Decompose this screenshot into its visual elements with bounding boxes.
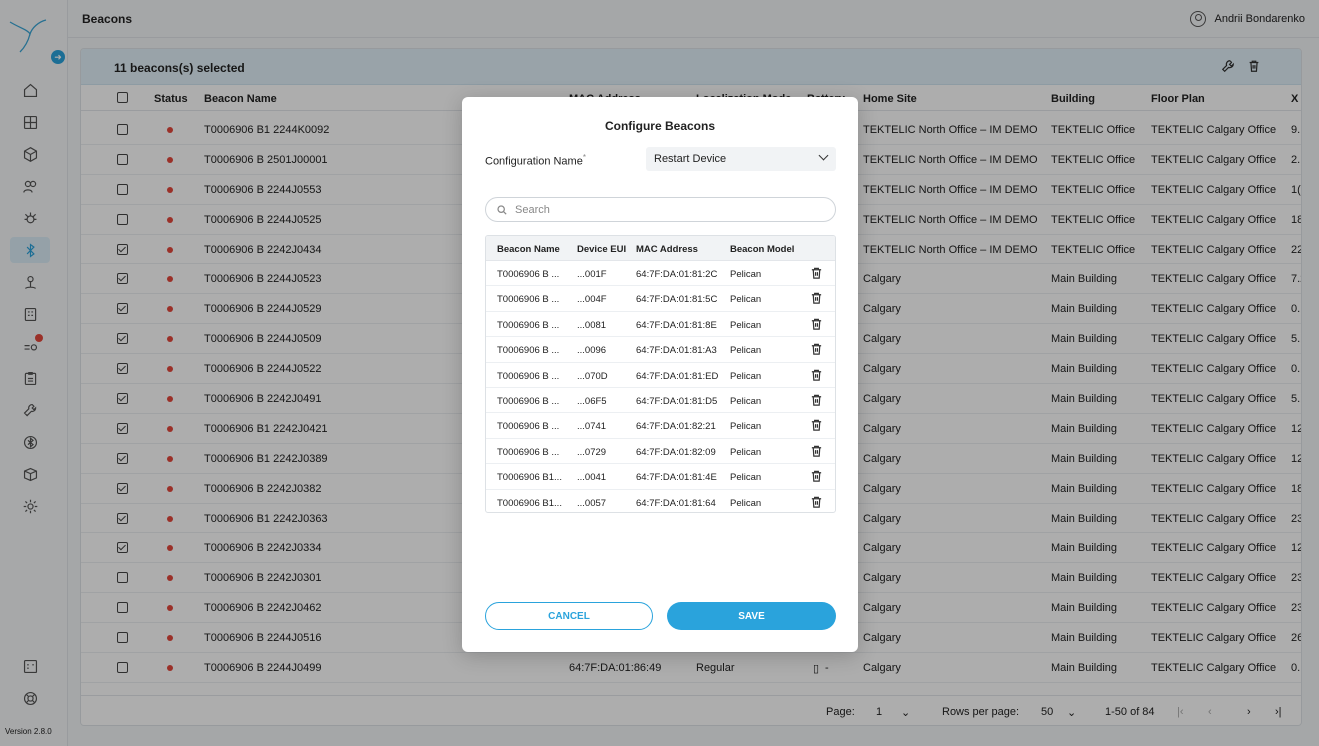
remove-beacon-trash-icon[interactable]: [810, 393, 823, 407]
beacon-model: Pelican: [730, 269, 762, 280]
selected-beacons-table: Beacon Name Device EUI MAC Address Beaco…: [485, 235, 836, 513]
search-icon: [497, 205, 507, 215]
remove-beacon-trash-icon[interactable]: [810, 418, 823, 432]
beacon-model: Pelican: [730, 446, 762, 458]
device-eui: ...0729: [577, 446, 607, 458]
modal-table-header: Beacon Name Device EUI MAC Address Beaco…: [486, 236, 835, 261]
modal-table-row: T0006906 B1... ...0057 64:7F:DA:01:81:64 Pe…: [486, 490, 835, 512]
beacon-model: Pelican: [730, 345, 762, 357]
remove-beacon-trash-icon[interactable]: [810, 368, 823, 382]
beacon-model: Pelican: [730, 370, 762, 382]
mac-address: 64:7F:DA:01:81:2C: [636, 269, 718, 280]
modal-table-row: T0006906 B ... ...001F 64:7F:DA:01:81:2C Pe…: [486, 261, 835, 287]
device-eui: ...0041: [577, 472, 607, 484]
beacon-name: T0006906 B ...: [497, 370, 560, 382]
modal-table-row: T0006906 B ... ...0096 64:7F:DA:01:81:A3 Pe…: [486, 337, 835, 363]
beacon-name: T0006906 B ...: [497, 345, 560, 357]
remove-beacon-trash-icon[interactable]: [810, 495, 823, 509]
mac-address: 64:7F:DA:01:81:D5: [636, 395, 718, 407]
dialog-title: Configure Beacons: [604, 119, 715, 133]
modal-table-row: T0006906 B ... ...070D 64:7F:DA:01:81:ED Pe…: [486, 363, 835, 388]
remove-beacon-trash-icon[interactable]: [810, 444, 823, 458]
beacon-name: T0006906 B ...: [497, 395, 560, 407]
search-placeholder: Search: [515, 204, 550, 216]
device-eui: ...001F: [577, 269, 607, 280]
save-button[interactable]: SAVE: [667, 602, 836, 630]
beacon-name: T0006906 B ...: [497, 421, 560, 433]
remove-beacon-trash-icon[interactable]: [810, 317, 823, 331]
remove-beacon-trash-icon[interactable]: [810, 266, 823, 280]
configure-beacons-dialog: Configure Beacons Configuration Name* Re…: [462, 97, 858, 652]
device-eui: ...0081: [577, 319, 607, 331]
mcol-model: Beacon Model: [730, 244, 795, 255]
beacon-model: Pelican: [730, 319, 762, 331]
remove-beacon-trash-icon[interactable]: [810, 342, 823, 356]
beacon-name: T0006906 B ...: [497, 294, 560, 306]
mac-address: 64:7F:DA:01:81:A3: [636, 345, 717, 357]
beacon-model: Pelican: [730, 497, 762, 509]
beacon-name: T0006906 B ...: [497, 446, 560, 458]
modal-table-row: T0006906 B1... ...0041 64:7F:DA:01:81:4E Pe…: [486, 464, 835, 490]
mac-address: 64:7F:DA:01:82:09: [636, 446, 716, 458]
beacon-model: Pelican: [730, 395, 762, 407]
mcol-name: Beacon Name: [497, 244, 560, 255]
remove-beacon-trash-icon[interactable]: [810, 291, 823, 305]
modal-table-row: T0006906 B ... ...004F 64:7F:DA:01:81:5C Pe…: [486, 286, 835, 312]
beacon-name: T0006906 B ...: [497, 269, 560, 280]
search-input[interactable]: Search: [485, 197, 836, 222]
beacon-name: T0006906 B ...: [497, 319, 560, 331]
device-eui: ...070D: [577, 370, 608, 382]
modal-table-row: T0006906 B ... ...0729 64:7F:DA:01:82:09 Pe…: [486, 439, 835, 465]
modal-table-row: T0006906 B ... ...0741 64:7F:DA:01:82:21 Pe…: [486, 413, 835, 439]
modal-table-row: T0006906 B ... ...06F5 64:7F:DA:01:81:D5 Pe…: [486, 388, 835, 414]
device-eui: ...0741: [577, 421, 607, 433]
mcol-eui: Device EUI: [577, 244, 627, 255]
config-name-label: Configuration Name*: [485, 153, 586, 168]
beacon-name: T0006906 B1...: [497, 497, 562, 509]
mac-address: 64:7F:DA:01:81:4E: [636, 472, 717, 484]
beacon-model: Pelican: [730, 421, 762, 433]
remove-beacon-trash-icon[interactable]: [810, 469, 823, 483]
device-eui: ...0057: [577, 497, 607, 509]
beacon-model: Pelican: [730, 294, 762, 306]
config-name-value: Restart Device: [654, 153, 727, 165]
config-name-select[interactable]: Restart Device: [646, 147, 836, 171]
beacon-model: Pelican: [730, 472, 762, 484]
mac-address: 64:7F:DA:01:81:5C: [636, 294, 718, 306]
modal-table-row: T0006906 B ... ...0081 64:7F:DA:01:81:8E Pe…: [486, 312, 835, 338]
device-eui: ...0096: [577, 345, 607, 357]
mcol-mac: MAC Address: [636, 244, 698, 255]
mac-address: 64:7F:DA:01:81:8E: [636, 319, 717, 331]
chevron-down-icon: [818, 150, 829, 161]
mac-address: 64:7F:DA:01:82:21: [636, 421, 716, 433]
beacon-name: T0006906 B1...: [497, 472, 562, 484]
mac-address: 64:7F:DA:01:81:64: [636, 497, 716, 509]
device-eui: ...004F: [577, 294, 607, 306]
mac-address: 64:7F:DA:01:81:ED: [636, 370, 719, 382]
cancel-button[interactable]: CANCEL: [485, 602, 653, 630]
device-eui: ...06F5: [577, 395, 607, 407]
